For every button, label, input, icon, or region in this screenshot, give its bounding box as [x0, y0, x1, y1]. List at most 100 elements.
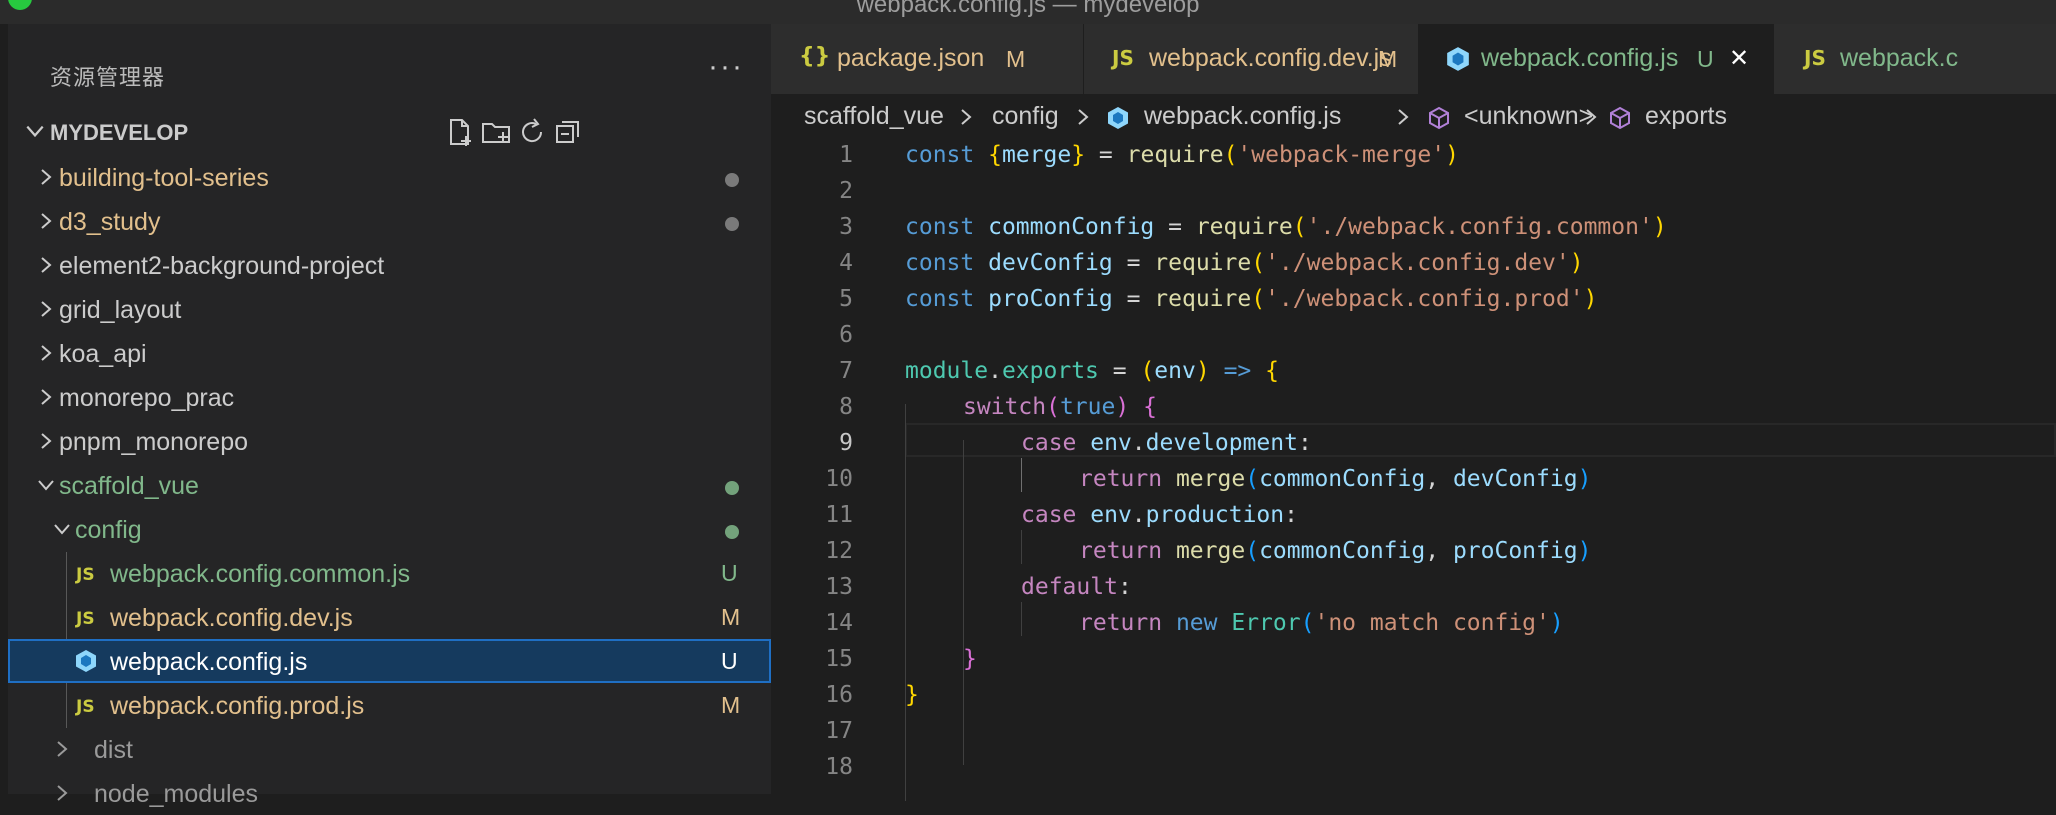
untracked-dot-icon [725, 525, 739, 539]
chevron-right-icon [1078, 109, 1089, 125]
tree-item-label: webpack.config.prod.js [110, 692, 365, 720]
js-file-icon: JS [1804, 46, 1826, 70]
chevron-down-icon [54, 524, 70, 535]
code-line: case env.development: [1021, 430, 1312, 456]
code-line: } [905, 682, 919, 708]
chevron-right-icon [41, 345, 52, 361]
tab-label: webpack.c [1840, 44, 1959, 72]
tab-package-json[interactable]: {} package.json M [771, 24, 1084, 94]
tree-item-label: grid_layout [59, 296, 182, 324]
untracked-dot-icon [725, 481, 739, 495]
code-line: } [963, 646, 977, 672]
breadcrumb: scaffold_vue config webpack.config.js <u… [771, 94, 2056, 142]
tree-folder-koa-api[interactable]: koa_api [8, 331, 771, 375]
js-file-icon: JS [76, 565, 95, 585]
tab-label: webpack.config.dev.js [1149, 44, 1392, 72]
tree-folder-element2[interactable]: element2-background-project [8, 243, 771, 287]
tree-folder-grid-layout[interactable]: grid_layout [8, 287, 771, 331]
tree-item-label: dist [94, 736, 133, 764]
json-file-icon: {} [799, 44, 831, 69]
tree-folder-config[interactable]: config [8, 507, 771, 551]
chevron-right-icon [41, 433, 52, 449]
code-line: module.exports = (env) => { [905, 358, 1279, 384]
tree-folder-d3-study[interactable]: d3_study [8, 199, 771, 243]
tree-item-label: webpack.config.dev.js [110, 604, 353, 632]
tree-item-label: element2-background-project [59, 252, 385, 280]
chevron-right-icon [41, 389, 52, 405]
modified-dot-icon [725, 217, 739, 231]
explorer-title: 资源管理器 [50, 65, 166, 90]
line-number: 3 [839, 214, 853, 240]
tree-file-webpack-config-dev[interactable]: JS webpack.config.dev.js M [8, 595, 771, 639]
line-number: 11 [825, 502, 853, 528]
line-number: 14 [825, 610, 853, 636]
webpack-icon [1447, 47, 1469, 71]
tree-item-label: config [75, 516, 142, 544]
code-editor[interactable]: 1 2 3 4 5 6 7 8 9 10 11 12 13 14 15 16 1… [771, 142, 2056, 801]
chevron-down-icon [38, 480, 54, 491]
indent-guide [1021, 530, 1022, 564]
webpack-icon [1108, 107, 1128, 129]
breadcrumb-item[interactable]: <unknown> [1464, 102, 1593, 131]
workspace-root-label: MYDEVELOP [50, 120, 189, 145]
collapse-all-icon[interactable] [552, 116, 584, 148]
tree-file-webpack-config-js[interactable]: webpack.config.js U [8, 639, 771, 683]
new-file-icon[interactable] [444, 116, 476, 148]
tree-folder-monorepo-prac[interactable]: monorepo_prac [8, 375, 771, 419]
tab-label: package.json [837, 44, 985, 72]
chevron-down-icon [26, 125, 44, 138]
tree-item-label: koa_api [59, 340, 147, 368]
line-number: 10 [825, 466, 853, 492]
refresh-icon[interactable] [516, 116, 548, 148]
chevron-right-icon [1398, 109, 1409, 125]
js-file-icon: JS [76, 697, 95, 717]
line-number: 15 [825, 646, 853, 672]
breadcrumb-item[interactable]: webpack.config.js [1144, 102, 1341, 131]
tab-git-badge: M [1378, 46, 1398, 72]
new-folder-icon[interactable] [480, 116, 512, 148]
git-status-badge: M [721, 692, 741, 718]
workspace-root-row[interactable]: MYDEVELOP [8, 112, 771, 154]
more-actions-icon[interactable]: ··· [708, 50, 744, 84]
tree-folder-building-tool-series[interactable]: building-tool-series [8, 155, 771, 199]
symbol-object-icon [1610, 106, 1630, 130]
tree-item-label: pnpm_monorepo [59, 428, 249, 456]
line-number: 2 [839, 178, 853, 204]
tree-item-label: webpack.config.common.js [110, 560, 411, 588]
chevron-right-icon [57, 741, 68, 757]
code-line: default: [1021, 574, 1132, 600]
breadcrumb-item[interactable]: scaffold_vue [804, 102, 944, 131]
indent-guide [905, 404, 906, 801]
close-tab-icon[interactable]: ✕ [1729, 44, 1749, 73]
chevron-right-icon [41, 169, 52, 185]
line-number: 1 [839, 142, 853, 168]
code-line: const {merge} = require('webpack-merge') [905, 142, 1459, 168]
tree-item-label: scaffold_vue [59, 472, 199, 500]
tree-file-webpack-config-common[interactable]: JS webpack.config.common.js U [8, 551, 771, 595]
breadcrumb-item[interactable]: config [992, 102, 1059, 131]
tab-webpack-config-dev[interactable]: JS webpack.config.dev.js M [1084, 24, 1419, 94]
code-line: return new Error('no match config') [1079, 610, 1564, 636]
js-file-icon: JS [76, 609, 95, 629]
tree-folder-node-modules[interactable]: node_modules [8, 771, 771, 815]
tree-folder-pnpm-monorepo[interactable]: pnpm_monorepo [8, 419, 771, 463]
tab-git-badge: M [1006, 46, 1026, 72]
tree-item-label: webpack.config.js [110, 648, 308, 676]
breadcrumb-item[interactable]: exports [1645, 102, 1727, 131]
code-line: const devConfig = require('./webpack.con… [905, 250, 1584, 276]
chevron-right-icon [41, 257, 52, 273]
line-number: 8 [839, 394, 853, 420]
tree-folder-scaffold-vue[interactable]: scaffold_vue [8, 463, 771, 507]
tree-folder-dist[interactable]: dist [8, 727, 771, 771]
chevron-right-icon [57, 785, 68, 801]
tree-file-webpack-config-prod[interactable]: JS webpack.config.prod.js M [8, 683, 771, 727]
tab-webpack-config-prod[interactable]: JS webpack.c [1774, 24, 2056, 94]
tree-item-label: building-tool-series [59, 164, 269, 192]
webpack-icon [76, 650, 96, 672]
line-number: 7 [839, 358, 853, 384]
line-number: 6 [839, 322, 853, 348]
tab-git-badge: U [1697, 46, 1714, 72]
tab-webpack-config-js[interactable]: webpack.config.js U ✕ [1419, 24, 1774, 94]
indent-guide [963, 440, 964, 765]
git-status-badge: M [721, 604, 741, 630]
